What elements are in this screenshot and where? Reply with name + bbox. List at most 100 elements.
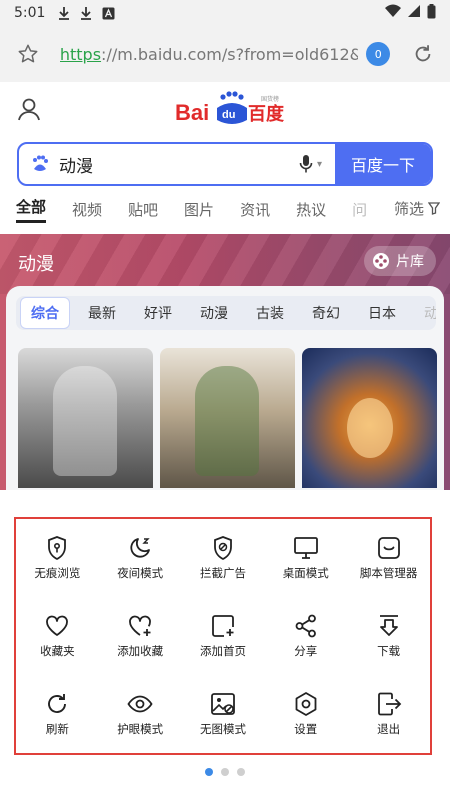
chip-all[interactable]: 综合 [20,297,70,329]
svg-text:百度: 百度 [248,103,285,125]
tab-tieba[interactable]: 贴吧 [128,199,158,220]
menu-item-desktop-mode[interactable]: 桌面模式 [264,519,347,597]
menu-item-night-mode[interactable]: 夜间模式 [99,519,182,597]
poster-image[interactable] [160,348,295,488]
wifi-icon [385,4,401,22]
page-indicator [0,768,450,776]
chip-japan[interactable]: 日本 [358,298,406,328]
svg-text:Bai: Bai [175,100,209,125]
tab-hot[interactable]: 热议 [296,199,326,220]
menu-item-share[interactable]: 分享 [264,597,347,675]
chip-anime[interactable]: 动漫 [190,298,238,328]
battery-icon [427,3,436,23]
card-body: 综合 最新 好评 动漫 古装 奇幻 日本 动 [6,286,444,496]
share-icon [295,614,316,638]
url-scheme: https [59,44,102,64]
chip-fantasy[interactable]: 奇幻 [302,298,350,328]
microphone-icon[interactable] [295,153,317,175]
download-notification-icon-2 [79,6,93,20]
menu-item-no-image[interactable]: 无图模式 [182,675,265,753]
menu-item-label: 下载 [377,644,401,658]
anime-result-card: 动漫 片库 综合 最新 好评 动漫 古装 奇幻 日本 动 [0,234,450,496]
chevron-down-icon[interactable]: ▾ [317,159,329,170]
filter-label: 筛选 [393,200,424,218]
poster-row [18,348,438,488]
browser-menu-sheet: 无痕浏览 夜间模式 拦截广告 桌面模式 脚本管理器 收藏夹 添加收藏 添加首页 … [0,490,450,800]
menu-grid: 无痕浏览 夜间模式 拦截广告 桌面模式 脚本管理器 收藏夹 添加收藏 添加首页 … [16,519,430,753]
address-bar: https://m.baidu.com/s?from=old612&wo 0 [0,26,450,82]
menu-item-add-home[interactable]: 添加首页 [182,597,265,675]
menu-item-add-favorite[interactable]: 添加收藏 [99,597,182,675]
user-icon[interactable] [16,96,42,122]
menu-item-label: 护眼模式 [117,722,164,736]
settings-icon [295,692,317,716]
page-header: Bai du 百度 国货榜 [0,82,450,138]
tab-count-badge[interactable]: 0 [366,42,391,66]
script-icon [377,537,400,559]
filter-button[interactable]: 筛选 [385,198,440,219]
menu-item-script-manager[interactable]: 脚本管理器 [347,519,430,597]
eye-icon [127,695,153,713]
desktop-icon [293,537,318,559]
add-home-icon [212,615,234,637]
menu-item-ad-block[interactable]: 拦截广告 [182,519,265,597]
chip-top-rated[interactable]: 好评 [134,298,182,328]
tab-images[interactable]: 图片 [184,199,214,220]
no-image-icon [211,693,235,715]
menu-item-settings[interactable]: 设置 [264,675,347,753]
filter-icon [428,202,440,215]
page-dot[interactable] [221,768,229,776]
menu-item-download[interactable]: 下载 [347,597,430,675]
reload-icon[interactable] [410,41,436,67]
menu-item-exit[interactable]: 退出 [347,675,430,753]
tab-video[interactable]: 视频 [72,199,102,220]
heart-plus-icon [129,615,152,636]
incognito-icon [48,536,67,561]
download-icon [379,615,398,636]
chip-more[interactable]: 动 [414,298,436,328]
tab-all[interactable]: 全部 [16,196,47,223]
menu-item-label: 刷新 [45,722,69,736]
menu-item-eye-care[interactable]: 护眼模式 [99,675,182,753]
search-input[interactable]: 动漫 [59,152,295,177]
category-chips: 综合 最新 好评 动漫 古装 奇幻 日本 动 [16,296,436,330]
poster-image[interactable] [302,348,437,488]
menu-item-label: 添加收藏 [117,644,164,658]
menu-item-label: 收藏夹 [40,644,75,658]
status-time: 5:01 [14,5,46,21]
library-label: 片库 [396,254,424,270]
baidu-paw-icon [33,155,48,171]
menu-item-favorites[interactable]: 收藏夹 [16,597,99,675]
url-text[interactable]: https://m.baidu.com/s?from=old612&wo [60,45,358,64]
tab-ask[interactable]: 问 [352,199,367,220]
search-box[interactable]: 动漫 ▾ 百度一下 [17,142,433,186]
menu-item-label: 无痕浏览 [34,566,81,580]
svg-text:du: du [222,109,235,121]
menu-item-label: 夜间模式 [117,566,164,580]
chip-latest[interactable]: 最新 [78,298,126,328]
signal-icon [407,4,421,22]
page-dot[interactable] [237,768,245,776]
menu-item-label: 拦截广告 [199,566,246,580]
tab-news[interactable]: 资讯 [240,199,270,220]
library-button[interactable]: 片库 [364,246,436,276]
search-tabs: 全部 视频 贴吧 图片 资讯 热议 问 筛选 [0,192,450,226]
card-title[interactable]: 动漫 [18,250,54,276]
menu-item-label: 添加首页 [199,644,246,658]
menu-item-incognito[interactable]: 无痕浏览 [16,519,99,597]
bookmark-star-icon[interactable] [14,40,42,68]
status-bar: 5:01 [0,0,450,26]
search-button[interactable]: 百度一下 [335,144,431,184]
menu-item-label: 设置 [294,722,318,736]
menu-item-label: 无图模式 [199,722,246,736]
url-path: ://m.baidu.com/s?from=old612&wo [101,44,359,64]
poster-image[interactable] [18,348,153,488]
menu-item-refresh[interactable]: 刷新 [16,675,99,753]
exit-icon [377,692,401,716]
app-notification-icon [101,6,115,20]
menu-highlight-box: 无痕浏览 夜间模式 拦截广告 桌面模式 脚本管理器 收藏夹 添加收藏 添加首页 … [14,517,432,755]
chip-costume[interactable]: 古装 [246,298,294,328]
film-reel-icon [373,253,389,269]
page-dot-active[interactable] [205,768,213,776]
menu-item-label: 桌面模式 [282,566,329,580]
